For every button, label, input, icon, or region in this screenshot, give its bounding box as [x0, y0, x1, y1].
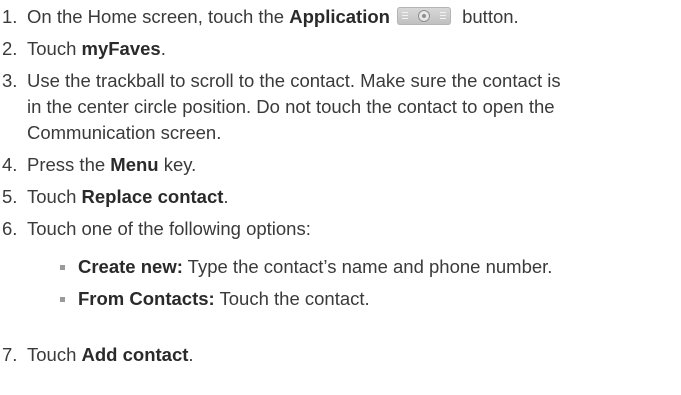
application-label: Application: [289, 6, 390, 27]
add-contact-label: Add contact: [81, 344, 189, 365]
bullet-icon: [60, 297, 65, 302]
step-number: 4.: [2, 154, 18, 175]
step-number: 7.: [2, 344, 18, 365]
option-text: Type the contact’s name and phone number…: [182, 256, 553, 277]
step-text-line-3: Communication screen.: [27, 122, 222, 143]
myfaves-label: myFaves: [81, 38, 161, 59]
option-label: From Contacts:: [78, 288, 215, 309]
option-label: Create new:: [78, 256, 183, 277]
replace-contact-label: Replace contact: [81, 186, 224, 207]
option-text: Touch the contact.: [214, 288, 370, 309]
step-text-line-1: Use the trackball to scroll to the conta…: [27, 70, 561, 91]
step-number: 1.: [2, 6, 18, 27]
step-text: Touch: [27, 38, 82, 59]
step-number: 5.: [2, 186, 18, 207]
step-number: 6.: [2, 218, 18, 239]
step-number: 2.: [2, 38, 18, 59]
step-number: 3.: [2, 70, 18, 91]
step-text-line-2: in the center circle position. Do not to…: [27, 96, 555, 117]
menu-label: Menu: [110, 154, 159, 175]
application-button-icon: [396, 7, 451, 25]
bullet-icon: [60, 265, 65, 270]
instruction-list: 1. On the Home screen, touch the Applica…: [0, 0, 681, 395]
step-text: Touch one of the following options:: [27, 218, 311, 239]
step-text: On the Home screen, touch the: [27, 6, 290, 27]
step-text-end: button.: [456, 6, 519, 27]
